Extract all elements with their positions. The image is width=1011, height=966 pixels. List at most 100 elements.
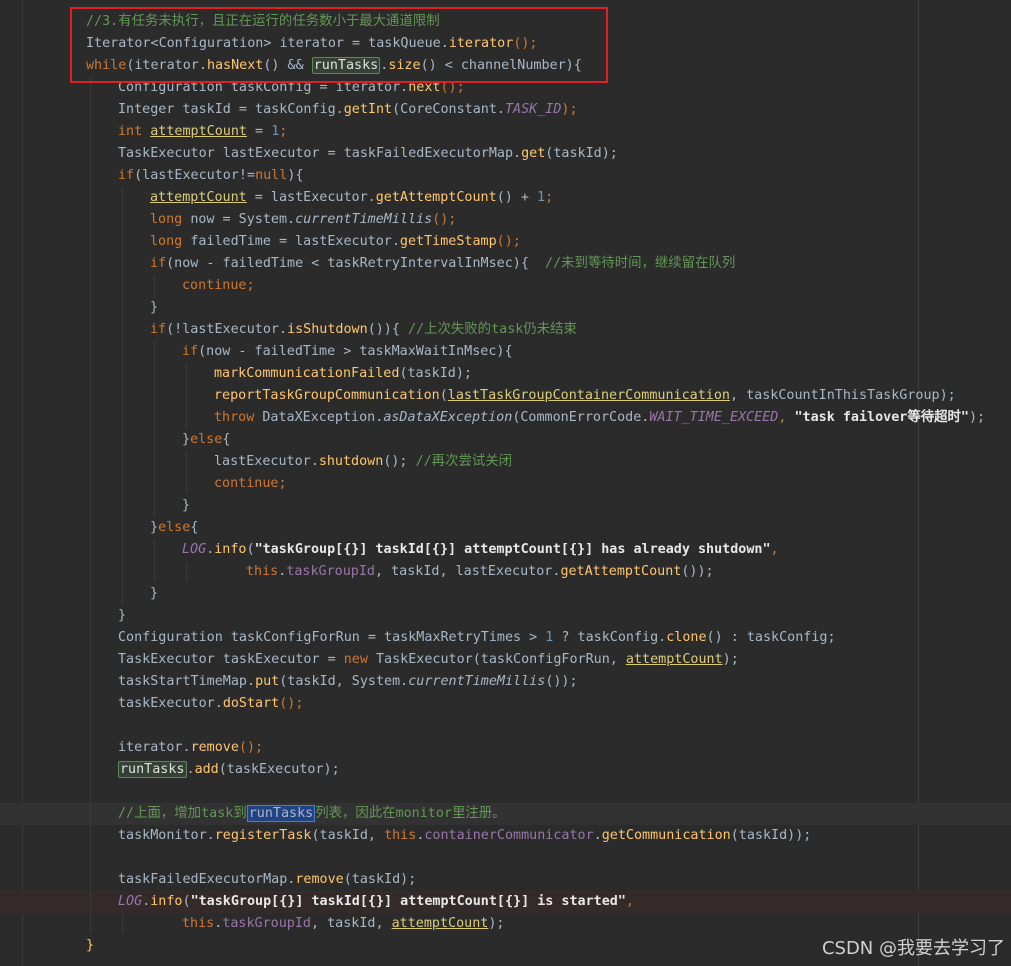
code-text: attemptCount = lastExecutor.getAttemptCo… xyxy=(150,187,553,209)
code-line[interactable]: //上面，增加task到 runTasks 列表，因此在monitor里注册。 xyxy=(0,803,1011,825)
code-token: 1 xyxy=(537,190,546,205)
code-text: if(!lastExecutor.isShutdown()){ //上次失败的t… xyxy=(150,319,577,341)
code-token: registerTask xyxy=(214,828,312,843)
indent-guide xyxy=(122,253,123,275)
code-text: taskMonitor.registerTask(taskId, this.co… xyxy=(118,825,811,847)
code-line[interactable]: taskFailedExecutorMap.remove(taskId); xyxy=(0,869,1011,891)
code-token: ? taskConfig. xyxy=(553,630,667,645)
code-line[interactable]: TaskExecutor taskExecutor = new TaskExec… xyxy=(0,649,1011,671)
code-token: Configuration taskConfigForRun = taskMax… xyxy=(118,630,546,645)
code-token: throw xyxy=(214,410,263,425)
code-line[interactable]: } xyxy=(0,297,1011,319)
indent-guide xyxy=(90,737,91,759)
code-token: "taskGroup[{}] taskId[{}] attemptCount[{… xyxy=(190,894,626,909)
code-token: WAIT_TIME_EXCEED xyxy=(649,410,779,425)
code-token: (taskId); xyxy=(545,146,618,161)
code-line[interactable]: attemptCount = lastExecutor.getAttemptCo… xyxy=(0,187,1011,209)
code-token: this xyxy=(246,564,279,579)
code-text: if(now - failedTime > taskMaxWaitInMsec)… xyxy=(182,341,513,363)
indent-guide xyxy=(122,473,123,495)
code-token: put xyxy=(255,674,280,689)
code-text: }else{ xyxy=(182,429,230,451)
code-line[interactable]: continue; xyxy=(0,275,1011,297)
code-token: 列表，因此在monitor里注册。 xyxy=(315,806,506,821)
code-line[interactable]: long failedTime = lastExecutor.getTimeSt… xyxy=(0,231,1011,253)
code-line[interactable]: } xyxy=(0,583,1011,605)
code-line[interactable]: LOG.info("taskGroup[{}] taskId[{}] attem… xyxy=(0,891,1011,913)
code-token: (taskExecutor); xyxy=(218,762,340,777)
code-line[interactable]: markCommunicationFailed(taskId); xyxy=(0,363,1011,385)
code-line[interactable]: long now = System.currentTimeMillis(); xyxy=(0,209,1011,231)
indent-guide xyxy=(122,583,123,605)
indent-guide xyxy=(154,539,155,561)
code-token: info xyxy=(150,894,183,909)
code-token: } xyxy=(86,938,95,953)
code-token: attemptCount xyxy=(391,916,489,931)
code-text: this.taskGroupId, taskId, attemptCount); xyxy=(182,913,505,935)
code-token: ); xyxy=(561,102,578,117)
code-token: else xyxy=(158,520,191,535)
code-line[interactable] xyxy=(0,715,1011,737)
code-token: ()); xyxy=(681,564,714,579)
code-line[interactable]: if(lastExecutor!=null){ xyxy=(0,165,1011,187)
code-line[interactable]: } xyxy=(0,495,1011,517)
code-token: now = System. xyxy=(190,212,296,227)
code-line[interactable]: lastExecutor.shutdown(); //再次尝试关闭 xyxy=(0,451,1011,473)
code-token: (lastExecutor!= xyxy=(134,168,256,183)
code-token: (); xyxy=(496,234,521,249)
code-token: null xyxy=(255,168,288,183)
code-text: taskExecutor.doStart(); xyxy=(118,693,303,715)
code-line[interactable]: reportTaskGroupCommunication(lastTaskGro… xyxy=(0,385,1011,407)
code-token: //未到等待时间，继续留在队列 xyxy=(545,256,736,271)
code-line[interactable] xyxy=(0,847,1011,869)
code-text: reportTaskGroupCommunication(lastTaskGro… xyxy=(214,385,956,407)
code-line[interactable]: iterator.remove(); xyxy=(0,737,1011,759)
code-token: info xyxy=(214,542,247,557)
code-line[interactable]: LOG.info("taskGroup[{}] taskId[{}] attem… xyxy=(0,539,1011,561)
indent-guide xyxy=(90,715,91,737)
code-text: markCommunicationFailed(taskId); xyxy=(214,363,472,385)
code-line[interactable]: int attemptCount = 1; xyxy=(0,121,1011,143)
code-token: LOG xyxy=(182,542,207,557)
code-line[interactable]: throw DataXException.asDataXException(Co… xyxy=(0,407,1011,429)
code-line[interactable]: this.taskGroupId, taskId, attemptCount); xyxy=(0,913,1011,935)
code-token: (taskId, xyxy=(311,828,385,843)
indent-guide xyxy=(90,649,91,671)
code-line[interactable]: Configuration taskConfigForRun = taskMax… xyxy=(0,627,1011,649)
code-token: } xyxy=(182,432,191,447)
indent-guide xyxy=(90,473,91,495)
code-token: (taskId)); xyxy=(730,828,812,843)
indent-guide xyxy=(122,187,123,209)
indent-guide xyxy=(122,341,123,363)
code-token: runTasks xyxy=(246,805,316,822)
indent-guide xyxy=(154,451,155,473)
code-line[interactable]: runTasks .add(taskExecutor); xyxy=(0,759,1011,781)
code-line[interactable]: taskExecutor.doStart(); xyxy=(0,693,1011,715)
code-line[interactable]: }else{ xyxy=(0,517,1011,539)
code-line[interactable]: }else{ xyxy=(0,429,1011,451)
indent-guide xyxy=(90,297,91,319)
code-line[interactable]: taskStartTimeMap.put(taskId, System.curr… xyxy=(0,671,1011,693)
code-line[interactable]: Integer taskId = taskConfig.getInt(CoreC… xyxy=(0,99,1011,121)
code-line[interactable]: TaskExecutor lastExecutor = taskFailedEx… xyxy=(0,143,1011,165)
code-token: getAttemptCount xyxy=(375,190,497,205)
indent-guide xyxy=(90,627,91,649)
code-token: TASK_ID xyxy=(504,102,562,117)
code-token: (); xyxy=(238,740,264,755)
code-text: LOG.info("taskGroup[{}] taskId[{}] attem… xyxy=(118,891,634,913)
code-token: (CoreConstant. xyxy=(392,102,505,117)
code-line[interactable]: if(now - failedTime < taskRetryIntervalI… xyxy=(0,253,1011,275)
indent-guide xyxy=(90,121,91,143)
code-line[interactable]: taskMonitor.registerTask(taskId, this.co… xyxy=(0,825,1011,847)
indent-guide xyxy=(90,319,91,341)
code-line[interactable]: } xyxy=(0,605,1011,627)
indent-guide xyxy=(90,253,91,275)
code-line[interactable]: if(now - failedTime > taskMaxWaitInMsec)… xyxy=(0,341,1011,363)
code-text: } xyxy=(150,297,158,319)
code-line[interactable]: this.taskGroupId, taskId, lastExecutor.g… xyxy=(0,561,1011,583)
code-token: = xyxy=(247,124,272,139)
code-token: } xyxy=(118,608,127,623)
code-line[interactable]: continue; xyxy=(0,473,1011,495)
code-line[interactable] xyxy=(0,781,1011,803)
code-line[interactable]: if(!lastExecutor.isShutdown()){ //上次失败的t… xyxy=(0,319,1011,341)
